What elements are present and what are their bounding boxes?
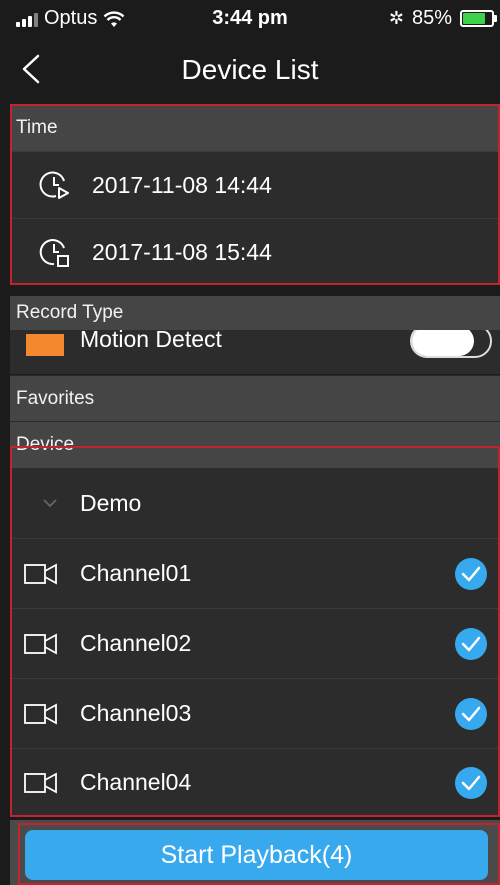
start-time-clock-icon [39, 171, 69, 199]
battery-icon [460, 10, 497, 27]
channel-check-icon[interactable] [455, 697, 487, 730]
channel-label: Channel01 [80, 560, 192, 586]
end-time-clock-icon [39, 239, 69, 267]
status-bar: Optus 3:44 pm ✲ 85% [0, 0, 500, 36]
motion-detect-row: Motion Detect [10, 330, 500, 374]
camera-icon [24, 702, 57, 725]
end-time-row[interactable]: 2017-11-08 15:44 [10, 218, 500, 285]
channel-row[interactable]: Channel02 [10, 608, 500, 678]
record-type-header-label: Record Type [16, 302, 124, 323]
camera-icon [24, 771, 57, 794]
start-time-row[interactable]: 2017-11-08 14:44 [10, 151, 500, 218]
motion-detect-toggle[interactable] [410, 330, 492, 358]
channel-row[interactable]: Channel03 [10, 678, 500, 748]
channel-label: Channel02 [80, 630, 192, 656]
channel-check-icon[interactable] [455, 766, 487, 799]
favorites-header[interactable]: Favorites [10, 375, 500, 421]
channel-check-icon[interactable] [455, 627, 487, 660]
bluetooth-icon: ✲ [388, 8, 404, 28]
end-time-value: 2017-11-08 15:44 [92, 238, 272, 265]
favorites-label: Favorites [16, 387, 95, 409]
device-group-demo[interactable]: Demo [10, 468, 500, 538]
channel-row[interactable]: Channel04 [10, 748, 500, 816]
nav-bar: Device List [0, 36, 500, 104]
camera-icon [24, 562, 57, 585]
motion-detect-label: Motion Detect [80, 330, 222, 352]
device-section-header: Device [10, 421, 500, 468]
channel-check-icon[interactable] [455, 557, 487, 590]
device-header-label: Device [16, 434, 75, 455]
start-playback-button[interactable]: Start Playback(4) [25, 830, 488, 880]
time-section-header: Time [10, 104, 500, 151]
footer-bar: Start Playback(4) [10, 820, 500, 885]
chevron-down-icon [43, 499, 57, 508]
channel-row[interactable]: Channel01 [10, 538, 500, 608]
channel-label: Channel04 [80, 769, 192, 795]
record-type-header: Record Type [10, 296, 500, 330]
battery-percent: 85% [411, 7, 452, 29]
record-type-color-swatch [26, 334, 64, 356]
toggle-knob [412, 330, 474, 356]
start-time-value: 2017-11-08 14:44 [92, 171, 272, 198]
camera-icon [24, 632, 57, 655]
channel-label: Channel03 [80, 700, 192, 726]
page-title: Device List [181, 54, 319, 85]
device-group-label: Demo [80, 489, 142, 516]
time-header-label: Time [16, 116, 58, 138]
